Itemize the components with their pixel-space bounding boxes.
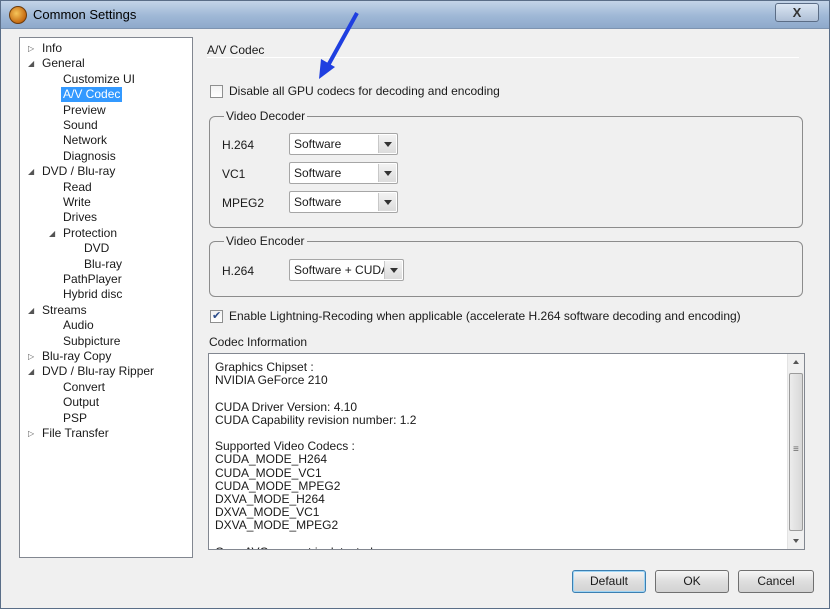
decoder-mpeg2-select[interactable]: Software xyxy=(289,191,398,213)
decoder-h264-select[interactable]: Software xyxy=(289,133,398,155)
chevron-down-icon[interactable] xyxy=(378,164,396,182)
decoder-h264-label: H.264 xyxy=(222,138,255,152)
tree-item[interactable]: Streams xyxy=(42,303,87,318)
tree-item[interactable]: Preview xyxy=(63,103,106,118)
lightning-recoding-checkbox[interactable] xyxy=(210,309,223,323)
settings-tree[interactable]: ▷ Info ◢ General Customize UI A/V Codec Previe… xyxy=(19,37,193,558)
codec-info-line: CUDA Capability revision number: 1.2 xyxy=(215,412,417,427)
encoder-h264-select[interactable]: Software + CUDA xyxy=(289,259,404,281)
codec-info-line: CUDA_MODE_H264 xyxy=(215,452,328,467)
chevron-down-icon[interactable] xyxy=(384,261,402,279)
decoder-vc1-label: VC1 xyxy=(222,167,246,181)
codec-info-line: DXVA_MODE_H264 xyxy=(215,492,325,506)
decoder-h264-value: Software xyxy=(294,137,342,151)
codec-info-line: CUDA_MODE_VC1 xyxy=(215,465,322,480)
tree-item[interactable]: DVD / Blu-ray Ripper xyxy=(42,364,154,379)
annotation-arrow-icon xyxy=(319,12,359,79)
codec-info-line: OpenAVC support is detected. xyxy=(215,545,376,549)
decoder-vc1-value: Software xyxy=(294,166,342,180)
collapse-arrow-icon[interactable]: ◢ xyxy=(28,56,34,71)
section-divider xyxy=(207,57,799,58)
tree-item[interactable]: Blu-ray xyxy=(84,257,122,272)
scroll-thumb[interactable] xyxy=(789,373,803,531)
tree-item[interactable]: DVD / Blu-ray xyxy=(42,164,115,179)
encoder-h264-value: Software + CUDA xyxy=(294,263,390,277)
codec-info-title: Codec Information xyxy=(209,335,308,349)
section-title: A/V Codec xyxy=(207,43,265,57)
encoder-h264-label: H.264 xyxy=(222,264,255,278)
app-icon xyxy=(9,6,27,24)
settings-window: Common Settings X ▷ Info ◢ General Customize… xyxy=(0,0,830,609)
vertical-scrollbar[interactable] xyxy=(787,354,804,549)
disable-gpu-label[interactable]: Disable all GPU codecs for decoding and … xyxy=(229,84,500,98)
decoder-mpeg2-value: Software xyxy=(294,195,342,209)
codec-info-line: DXVA_MODE_MPEG2 xyxy=(215,518,339,533)
tree-item[interactable]: DVD xyxy=(84,241,109,256)
expand-arrow-icon[interactable]: ▷ xyxy=(28,349,34,364)
codec-info-line: Graphics Chipset : xyxy=(215,360,314,374)
close-button[interactable]: X xyxy=(775,3,819,22)
window-title: Common Settings xyxy=(33,7,137,22)
codec-info-line: Supported Video Codecs : xyxy=(215,439,355,454)
codec-info-line: CUDA Driver Version: 4.10 xyxy=(215,399,358,414)
codec-info-line: NVIDIA GeForce 210 xyxy=(215,373,328,388)
collapse-arrow-icon[interactable]: ◢ xyxy=(28,164,34,179)
scroll-up-icon[interactable] xyxy=(788,354,804,371)
tree-item[interactable]: Hybrid disc xyxy=(63,287,122,302)
tree-item[interactable]: Drives xyxy=(63,210,97,225)
tree-item[interactable]: Read xyxy=(63,180,92,195)
decoder-mpeg2-label: MPEG2 xyxy=(222,196,265,210)
tree-item[interactable]: Convert xyxy=(63,380,105,395)
collapse-arrow-icon[interactable]: ◢ xyxy=(49,226,55,241)
tree-item[interactable]: Info xyxy=(42,41,62,56)
codec-info-line: DXVA_MODE_VC1 xyxy=(215,505,320,520)
title-bar[interactable]: Common Settings X xyxy=(1,1,829,29)
tree-item[interactable]: Subpicture xyxy=(63,334,120,349)
cancel-button[interactable]: Cancel xyxy=(738,570,814,593)
ok-button[interactable]: OK xyxy=(655,570,729,593)
expand-arrow-icon[interactable]: ▷ xyxy=(28,41,34,56)
codec-info-textbox[interactable]: Graphics Chipset :NVIDIA GeForce 210 CUDA… xyxy=(208,353,805,550)
tree-item[interactable]: Sound xyxy=(63,118,98,133)
video-decoder-title: Video Decoder xyxy=(224,109,308,123)
tree-item[interactable]: Output xyxy=(63,395,99,410)
tree-item[interactable]: Customize UI xyxy=(63,72,135,87)
default-button[interactable]: Default xyxy=(572,570,646,593)
tree-item[interactable]: File Transfer xyxy=(42,426,109,441)
chevron-down-icon[interactable] xyxy=(378,193,396,211)
tree-item[interactable]: Diagnosis xyxy=(63,149,116,164)
collapse-arrow-icon[interactable]: ◢ xyxy=(28,303,34,318)
codec-info-line: CUDA_MODE_MPEG2 xyxy=(215,478,341,493)
tree-item[interactable]: Network xyxy=(63,133,107,148)
tree-item[interactable]: General xyxy=(42,56,85,71)
tree-item[interactable]: Write xyxy=(63,195,91,210)
tree-item[interactable]: Protection xyxy=(63,226,117,241)
video-encoder-title: Video Encoder xyxy=(224,234,307,248)
lightning-recoding-label[interactable]: Enable Lightning-Recoding when applicabl… xyxy=(229,309,741,323)
tree-item[interactable]: A/V Codec xyxy=(61,87,123,103)
tree-item[interactable]: Blu-ray Copy xyxy=(42,349,111,364)
scroll-down-icon[interactable] xyxy=(788,532,804,549)
expand-arrow-icon[interactable]: ▷ xyxy=(28,426,34,441)
disable-gpu-checkbox[interactable] xyxy=(210,85,223,98)
tree-item[interactable]: PSP xyxy=(63,411,87,426)
tree-item[interactable]: PathPlayer xyxy=(63,272,122,287)
decoder-vc1-select[interactable]: Software xyxy=(289,162,398,184)
tree-item[interactable]: Audio xyxy=(63,318,94,333)
chevron-down-icon[interactable] xyxy=(378,135,396,153)
collapse-arrow-icon[interactable]: ◢ xyxy=(28,364,34,379)
